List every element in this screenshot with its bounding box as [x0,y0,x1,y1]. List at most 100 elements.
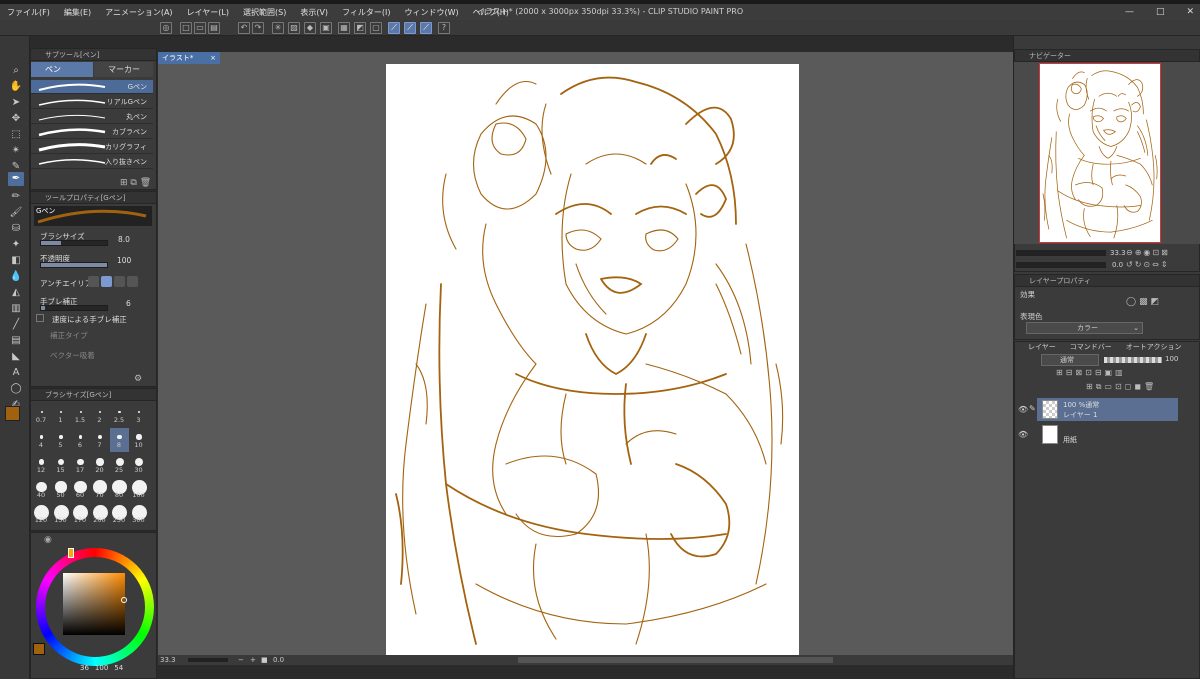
brush-size-cell[interactable]: 300 [130,503,149,527]
brush-size-cell[interactable]: 0.7 [32,403,51,427]
brush-size-cell[interactable]: 30 [130,453,149,477]
airbrush-icon[interactable]: ⛁ [9,222,23,236]
menu-layer[interactable]: レイヤー(L) [180,7,236,18]
brush-kabura-pen[interactable]: カブラペン [31,125,153,139]
brush-size-cell[interactable]: 100 [130,478,149,502]
saturation-value-square[interactable] [63,573,125,635]
brush-size-cell[interactable]: 1 [52,403,71,427]
brush-size-cell[interactable]: 2 [91,403,110,427]
layer-lock-buttons[interactable]: ⊞⊟⊠⊡⊟▣▥ [1056,368,1126,377]
minimize-button[interactable]: — [1125,4,1134,20]
eye-icon[interactable]: 👁 [1018,405,1028,414]
subtool-tab-pen[interactable]: ペン [31,62,93,77]
add-subtool-icon[interactable]: ⊞ [120,178,128,188]
pen-icon[interactable]: ✒ [8,172,24,186]
snap-special-ruler-icon[interactable]: ⟋ [404,22,416,34]
fill-icon[interactable]: ▨ [288,22,300,34]
brush-size-cell[interactable]: 40 [32,478,51,502]
brush-size-cell[interactable]: 3 [130,403,149,427]
brush-size-cell[interactable]: 6 [71,428,90,452]
brush-size-cell[interactable]: 20 [91,453,110,477]
transform-icon[interactable]: ◆ [304,22,316,34]
copy-subtool-icon[interactable]: ⧉ [130,178,136,188]
navigator-rotate-slider[interactable] [1016,262,1106,268]
tool-property-settings-icon[interactable]: ⚙ [134,374,142,384]
menu-window[interactable]: ウィンドウ(W) [398,7,466,18]
brush-size-cell[interactable]: 80 [110,478,129,502]
brush-size-cell[interactable]: 12 [32,453,51,477]
tab-command-bar[interactable]: コマンドバー [1070,342,1112,352]
wheel-main-color[interactable] [33,643,45,655]
zoom-icon[interactable]: ⌕ [9,64,23,78]
stabilization-slider[interactable] [40,305,108,311]
pencil-icon[interactable]: ✏ [9,190,23,204]
brush-size-cell[interactable]: 8 [110,428,129,452]
speed-stab-checkbox[interactable] [36,314,44,322]
color-picker-cursor[interactable] [121,597,127,603]
navigator-thumbnail[interactable] [1039,63,1161,243]
layer-row-1[interactable]: 100 %通常 レイヤー 1 [1037,398,1178,421]
opacity-slider[interactable] [40,262,108,268]
fit-icon[interactable]: ■ [261,655,268,665]
brush-calligraphy[interactable]: カリグラフィ [31,140,153,154]
navigator-zoom-value[interactable]: 33.3 [1110,249,1126,257]
gradient-icon[interactable]: ▥ [9,302,23,316]
clear-icon[interactable]: ✳ [272,22,284,34]
layer-row-paper[interactable]: 用紙 [1037,423,1178,446]
menu-filter[interactable]: フィルター(I) [335,7,397,18]
figure-icon[interactable]: ╱ [9,318,23,332]
hand-icon[interactable]: ✋ [9,80,23,94]
navigator-rotate-buttons[interactable]: ↺↻⊙⇔⇕ [1126,260,1170,269]
zoom-in-icon[interactable]: + [250,655,256,665]
frame-border-icon[interactable]: ▤ [9,334,23,348]
menu-selection[interactable]: 選択範囲(S) [236,7,293,18]
brush-size-cell[interactable]: 7 [91,428,110,452]
new-file-icon[interactable]: □ [180,22,192,34]
eye-icon[interactable]: 👁 [1018,430,1028,439]
brush-icon[interactable]: 🖌 [9,206,23,220]
tab-auto-action[interactable]: オートアクション [1126,342,1182,352]
maximize-button[interactable]: □ [1156,4,1165,20]
help-icon[interactable]: ? [438,22,450,34]
snap-grid-icon[interactable]: ⟋ [420,22,432,34]
opacity-value[interactable]: 100 [117,256,131,265]
brush-size-cell[interactable]: 4 [32,428,51,452]
brush-size-cell[interactable]: 10 [130,428,149,452]
menu-file[interactable]: ファイル(F) [0,7,57,18]
antialias-strong-button[interactable] [127,276,138,287]
undo-icon[interactable]: ↶ [238,22,250,34]
layer-opacity-value[interactable]: 100 [1165,355,1178,363]
save-icon[interactable]: ▤ [208,22,220,34]
layer-opacity-slider[interactable] [1104,357,1162,363]
subtool-tab-marker[interactable]: マーカー [94,62,153,77]
antialias-medium-button[interactable] [114,276,125,287]
zoom-out-icon[interactable]: − [238,655,244,665]
zoom-slider[interactable] [188,658,228,662]
invert-icon[interactable]: ◩ [354,22,366,34]
open-file-icon[interactable]: ▭ [194,22,206,34]
brush-size-cell[interactable]: 60 [71,478,90,502]
edit-pen-icon[interactable]: ✎ [1029,404,1036,413]
operation-icon[interactable]: ➤ [9,96,23,110]
brush-in-out-pen[interactable]: 入り抜きペン [31,155,153,169]
ruler-icon[interactable]: ◣ [9,350,23,364]
brush-real-g-pen[interactable]: リアルGペン [31,95,153,109]
brush-size-cell[interactable]: 150 [52,503,71,527]
layer-action-buttons[interactable]: ⊞⧉▭⊡◻◼🗑 [1086,382,1157,392]
navigator-angle-value[interactable]: 0.0 [1112,261,1123,269]
expression-color-dropdown[interactable]: カラー ⌄ [1026,322,1143,334]
brush-round-pen[interactable]: 丸ペン [31,110,153,124]
stabilization-value[interactable]: 6 [126,299,131,308]
crop-icon[interactable]: ▢ [370,22,382,34]
brush-size-slider[interactable] [40,240,108,246]
status-angle[interactable]: 0.0 [273,655,284,665]
blend-icon[interactable]: 💧 [9,270,23,284]
close-button[interactable]: ✕ [1186,4,1194,20]
brush-size-value[interactable]: 8.0 [118,235,130,244]
move-icon[interactable]: ✥ [9,112,23,126]
close-tab-icon[interactable]: × [210,52,216,64]
document-tab[interactable]: イラスト* × [158,52,220,64]
antialias-weak-button[interactable] [101,276,112,287]
hue-marker[interactable] [68,548,74,558]
brush-size-cell[interactable]: 120 [32,503,51,527]
